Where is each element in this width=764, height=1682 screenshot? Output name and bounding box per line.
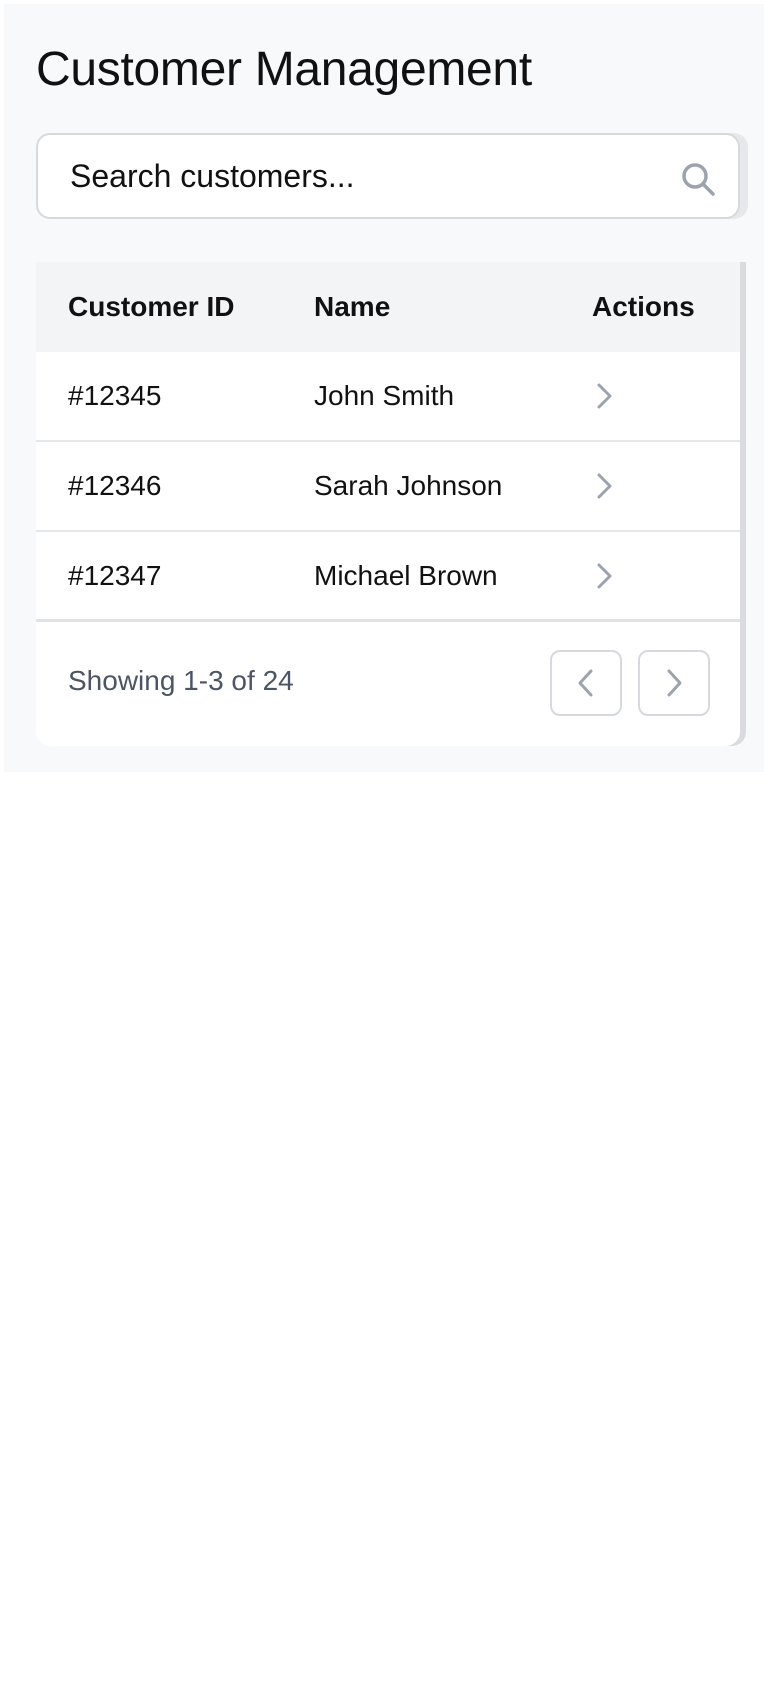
customer-management-panel: Customer Management Customer ID Name Act… <box>4 4 764 772</box>
chevron-right-icon <box>667 669 682 697</box>
customer-id-cell: #12346 <box>68 470 162 501</box>
chevron-right-icon[interactable] <box>584 556 624 596</box>
column-header-customer-id: Customer ID <box>68 291 235 322</box>
pagination-summary: Showing 1-3 of 24 <box>68 665 294 696</box>
customer-id-cell: #12345 <box>68 380 162 411</box>
table-row[interactable]: #12345 John Smith <box>36 352 740 442</box>
table-row[interactable]: #12347 Michael Brown <box>36 532 740 622</box>
next-page-button[interactable] <box>638 650 710 716</box>
table-header: Customer ID Name Actions <box>36 262 740 352</box>
customer-name-cell: Sarah Johnson <box>314 470 503 501</box>
previous-page-button[interactable] <box>550 650 622 716</box>
customer-table: Customer ID Name Actions #12345 John Smi… <box>36 262 740 746</box>
search-icon[interactable] <box>680 161 716 197</box>
chevron-left-icon <box>578 669 593 697</box>
pagination-footer: Showing 1-3 of 24 <box>36 624 740 746</box>
page-title: Customer Management <box>36 43 532 96</box>
chevron-right-icon[interactable] <box>584 376 624 416</box>
customer-id-cell: #12347 <box>68 560 162 591</box>
table-row[interactable]: #12346 Sarah Johnson <box>36 442 740 532</box>
column-header-actions: Actions <box>592 291 695 322</box>
chevron-right-icon[interactable] <box>584 466 624 506</box>
customer-name-cell: John Smith <box>314 380 455 411</box>
search-input[interactable] <box>38 135 738 217</box>
column-header-name: Name <box>314 291 391 322</box>
customer-name-cell: Michael Brown <box>314 560 498 591</box>
search-box[interactable] <box>36 133 740 219</box>
